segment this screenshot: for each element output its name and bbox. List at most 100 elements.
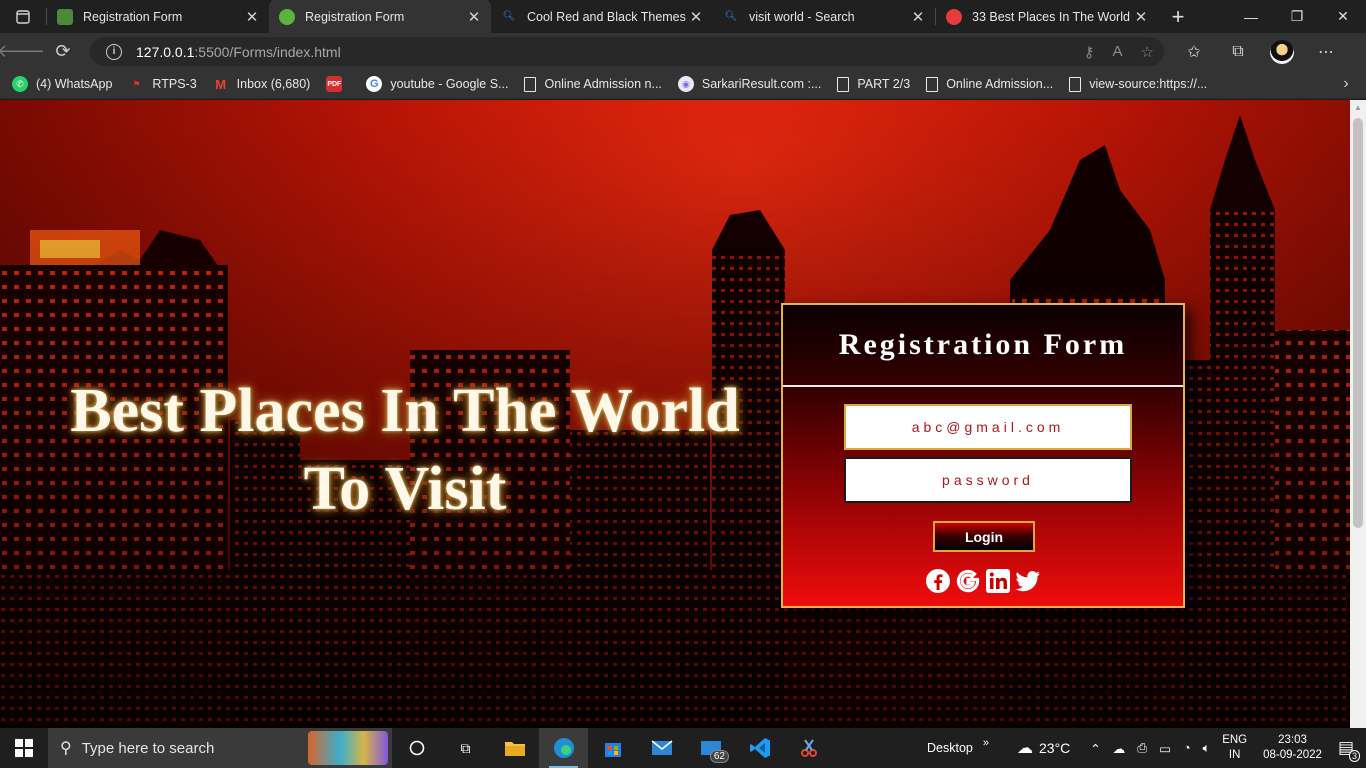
tab-actions-button[interactable] — [0, 0, 46, 33]
profile-button[interactable] — [1260, 39, 1304, 64]
network-icon[interactable]: ◔ — [1177, 741, 1197, 755]
add-favorite-icon[interactable]: ☆ — [1141, 43, 1154, 61]
refresh-button[interactable]: ⟳ — [42, 33, 84, 70]
url-path: :5500/Forms/index.html — [194, 43, 341, 60]
form-header: Registration Form — [783, 305, 1183, 387]
tab-title: Cool Red and Black Themes - — [527, 9, 687, 24]
scroll-up-arrow-icon[interactable]: ▲ — [1350, 100, 1366, 116]
bookmark-youtube-google[interactable]: Gyoutube - Google S... — [366, 76, 508, 92]
bookmark-rtps[interactable]: ⚑ RTPS-3 — [128, 76, 196, 92]
tab-cool-red-themes[interactable]: 🔍︎ Cool Red and Black Themes - ✕ — [491, 0, 713, 33]
vscode-button[interactable] — [735, 728, 784, 768]
site-info-icon[interactable]: i — [106, 43, 122, 60]
taskbar-search-box[interactable]: ⚲ Type here to search — [48, 728, 392, 768]
meet-now-icon[interactable]: ⎙ — [1131, 741, 1153, 756]
bookmark-gmail[interactable]: M Inbox (6,680) — [213, 76, 311, 92]
tab-close-icon[interactable]: ✕ — [909, 8, 927, 26]
page-scrollbar[interactable]: ▲ — [1350, 100, 1366, 728]
mail-button[interactable] — [637, 728, 686, 768]
minimize-button[interactable]: — — [1228, 0, 1274, 33]
page-icon — [1069, 76, 1082, 92]
tab-close-icon[interactable]: ✕ — [465, 8, 483, 26]
bookmark-sarkari-result[interactable]: ◉ SarkariResult.com :... — [677, 76, 822, 92]
task-view-button[interactable]: ⧉ — [441, 728, 490, 768]
read-aloud-icon[interactable]: A — [1113, 43, 1123, 61]
login-button[interactable]: Login — [933, 521, 1035, 552]
bookmark-online-admission-2[interactable]: Online Admission... — [926, 76, 1053, 92]
linkedin-icon[interactable] — [984, 567, 1012, 595]
whatsapp-icon: ✆ — [12, 76, 28, 92]
social-links — [783, 567, 1183, 595]
tab-visit-world-search[interactable]: 🔍︎ visit world - Search ✕ — [713, 0, 935, 33]
desktop-label: Desktop — [927, 741, 973, 755]
show-hidden-icons-button[interactable]: ⌃ — [1076, 741, 1106, 756]
bookmark-pdf[interactable]: PDF — [326, 76, 350, 92]
snipping-tool-button[interactable] — [784, 728, 833, 768]
tab-best-places[interactable]: 33 Best Places In The World T ✕ — [936, 0, 1158, 33]
bookmarks-overflow-chevron-icon[interactable]: › — [1326, 75, 1366, 93]
more-menu-icon[interactable]: ⋯ — [1304, 40, 1348, 64]
input-language[interactable]: ENG IN — [1216, 733, 1253, 763]
edge-taskbar-button[interactable] — [539, 728, 588, 768]
start-button[interactable] — [0, 728, 48, 768]
bookmark-online-admission-1[interactable]: Online Admission n... — [524, 76, 662, 92]
tab-title: Registration Form — [83, 9, 183, 24]
onedrive-icon[interactable]: ☁ — [1107, 741, 1132, 756]
windows-logo-icon — [15, 739, 33, 757]
close-window-button[interactable]: ✕ — [1320, 0, 1366, 33]
restore-button[interactable]: ❐ — [1274, 0, 1320, 33]
tab-title: visit world - Search — [749, 9, 855, 24]
lang-code: ENG — [1222, 734, 1248, 746]
twitter-icon[interactable] — [1014, 567, 1042, 595]
facebook-icon[interactable] — [924, 567, 952, 595]
bookmark-label: SarkariResult.com :... — [701, 77, 822, 91]
avatar — [1270, 39, 1294, 64]
rtps-icon: ⚑ — [132, 78, 141, 89]
sarkari-icon: ◉ — [677, 76, 694, 92]
cortana-icon — [409, 740, 424, 756]
registration-form-card: Registration Form abc@gmail.com password… — [781, 303, 1185, 608]
file-explorer-button[interactable] — [490, 728, 539, 768]
tab-registration-form-2[interactable]: Registration Form ✕ — [269, 0, 491, 33]
back-button[interactable]: 🡐 — [0, 33, 45, 70]
notifications-button[interactable]: ▤ 3 — [1332, 738, 1366, 762]
google-icon[interactable] — [954, 567, 982, 595]
new-tab-button[interactable]: + — [1158, 0, 1198, 33]
bookmark-view-source[interactable]: view-source:https://... — [1069, 76, 1208, 92]
clock[interactable]: 23:03 08-09-2022 — [1253, 733, 1332, 763]
form-title: Registration Form — [838, 328, 1128, 361]
scroll-thumb[interactable] — [1353, 118, 1363, 528]
mail-app-button[interactable]: 62 — [686, 728, 735, 768]
email-field[interactable]: abc@gmail.com — [844, 404, 1132, 450]
tab-registration-form-1[interactable]: Registration Form ✕ — [47, 0, 269, 33]
key-icon[interactable]: ⚷ — [1084, 43, 1095, 61]
hero-heading: Best Places In The World To Visit — [20, 372, 790, 528]
tab-close-icon[interactable]: ✕ — [243, 8, 261, 26]
weather-widget[interactable]: ☁ 23°C — [995, 738, 1076, 758]
cloud-rain-icon: ☁ — [1017, 740, 1034, 757]
bookmark-label: view-source:https://... — [1089, 77, 1208, 91]
password-field[interactable]: password — [844, 457, 1132, 503]
bookmark-label: (4) WhatsApp — [36, 77, 113, 91]
bookmark-label: PART 2/3 — [857, 77, 911, 91]
tab-close-icon[interactable]: ✕ — [1132, 8, 1150, 26]
battery-icon[interactable]: ▭ — [1153, 741, 1177, 756]
store-button[interactable] — [588, 728, 637, 768]
bookmark-part-2-3[interactable]: PART 2/3 — [837, 76, 911, 92]
collections-icon[interactable]: ⧉ — [1216, 40, 1260, 64]
bookmark-whatsapp[interactable]: ✆ (4) WhatsApp — [12, 76, 112, 92]
cortana-button[interactable] — [392, 728, 441, 768]
weather-temp: 23°C — [1039, 740, 1071, 756]
system-tray: Desktop » ☁ 23°C ⌃ ☁ ⎙ ▭ ◔ 🔈︎ ENG IN 23:0… — [921, 728, 1366, 768]
search-highlight-image — [308, 731, 388, 765]
tab-close-icon[interactable]: ✕ — [687, 8, 705, 26]
browser-toolbar: ✩ ⧉ ⋯ — [1172, 39, 1348, 64]
clock-date: 08-09-2022 — [1263, 749, 1322, 761]
bookmark-label: Inbox (6,680) — [236, 77, 311, 91]
windows-taskbar: ⚲ Type here to search ⧉ 62 Desktop » ☁ 23… — [0, 728, 1366, 768]
desktop-toolbar[interactable]: Desktop » — [921, 737, 995, 755]
favorites-icon[interactable]: ✩ — [1172, 40, 1216, 64]
gmail-icon: M — [215, 76, 227, 92]
volume-icon[interactable]: 🔈︎ — [1197, 741, 1217, 756]
address-bar[interactable]: i 127.0.0.1:5500/Forms/index.html ⚷ A ☆ — [90, 37, 1164, 66]
